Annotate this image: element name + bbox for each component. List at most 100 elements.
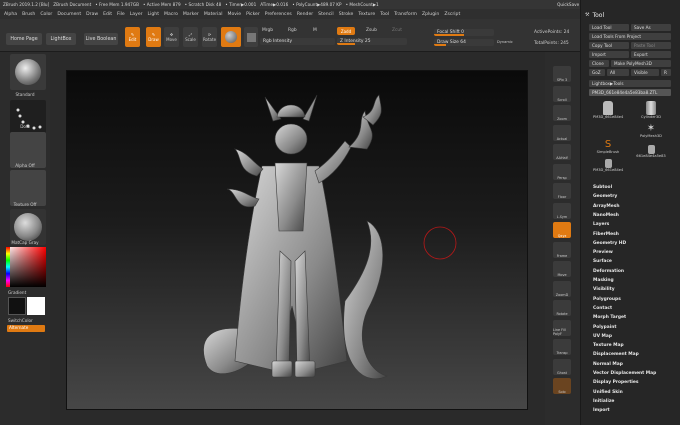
submenu-vector-displacement-map[interactable]: Vector Displacement Map bbox=[593, 371, 656, 376]
all-button[interactable]: All bbox=[607, 69, 629, 76]
menu-draw[interactable]: Draw bbox=[86, 12, 98, 17]
submenu-preview[interactable]: Preview bbox=[593, 250, 613, 255]
secondary-color-swatch[interactable] bbox=[8, 297, 26, 315]
menu-transform[interactable]: Transform bbox=[394, 12, 417, 17]
shelf-floor-button[interactable]: Floor bbox=[553, 183, 571, 199]
submenu-geometry-hd[interactable]: Geometry HD bbox=[593, 241, 626, 246]
rotate-button[interactable]: ⟳ Rotate bbox=[202, 27, 217, 47]
menu-file[interactable]: File bbox=[117, 12, 125, 17]
submenu-visibility[interactable]: Visibility bbox=[593, 287, 615, 292]
tool-thumb[interactable]: 661e84e4a5e83 bbox=[633, 145, 669, 163]
menu-light[interactable]: Light bbox=[148, 12, 159, 17]
shelf-zoomd-button[interactable]: ZoomD bbox=[553, 280, 571, 297]
submenu-subtool[interactable]: Subtool bbox=[593, 185, 612, 190]
menu-tool[interactable]: Tool bbox=[380, 12, 389, 17]
submenu-uv-map[interactable]: UV Map bbox=[593, 334, 612, 339]
tool-thumb[interactable]: ✶ PolyMesh3D bbox=[635, 123, 667, 141]
tool-panel-header[interactable]: ⚒ Tool bbox=[581, 10, 680, 20]
submenu-normal-map[interactable]: Normal Map bbox=[593, 362, 623, 367]
shelf-ghost-button[interactable]: Ghost bbox=[553, 358, 571, 375]
zadd-button[interactable]: Zadd bbox=[337, 27, 355, 35]
shelf-transp-button[interactable]: Transp bbox=[553, 339, 571, 355]
submenu-fibermesh[interactable]: FiberMesh bbox=[593, 232, 619, 237]
menu-alpha[interactable]: Alpha bbox=[4, 12, 17, 17]
load-tools-from-project-button[interactable]: Load Tools From Project bbox=[589, 33, 671, 40]
current-tool-name[interactable]: PM3D_661e84e4a5e83ba8.ZTL bbox=[589, 89, 671, 96]
submenu-polygroups[interactable]: Polygroups bbox=[593, 297, 621, 302]
shelf-l-sym-button[interactable]: L.Sym bbox=[553, 202, 571, 219]
menu-zplugin[interactable]: Zplugin bbox=[422, 12, 439, 17]
shelf-solo-button[interactable]: Solo bbox=[553, 378, 571, 394]
shelf-qxyz-button[interactable]: Qxyz bbox=[553, 222, 571, 238]
quicksave-button[interactable]: QuickSave bbox=[557, 2, 579, 7]
submenu-texture-map[interactable]: Texture Map bbox=[593, 343, 624, 348]
menu-picker[interactable]: Picker bbox=[246, 12, 260, 17]
z-intensity-slider[interactable]: Z Intensity 25 bbox=[337, 38, 407, 45]
focal-shift-slider[interactable]: Focal Shift 0 bbox=[434, 29, 494, 36]
tool-thumb[interactable]: Cylinder3D bbox=[635, 101, 667, 123]
import-button[interactable]: Import bbox=[589, 51, 629, 58]
submenu-morph-target[interactable]: Morph Target bbox=[593, 315, 626, 320]
lightbox-button[interactable]: LightBox bbox=[46, 33, 76, 45]
menu-movie[interactable]: Movie bbox=[227, 12, 241, 17]
switch-color-button[interactable]: SwitchColor bbox=[8, 318, 58, 323]
tool-thumb[interactable]: PM3D_661e84e4 bbox=[593, 159, 623, 177]
move-button[interactable]: ✥ Move bbox=[164, 27, 179, 47]
shelf-frame-button[interactable]: Frame bbox=[553, 241, 571, 258]
shelf-zoom-button[interactable]: Zoom bbox=[553, 105, 571, 121]
submenu-unified-skin[interactable]: Unified Skin bbox=[593, 390, 623, 395]
mrgb-toggle[interactable]: Mrgb bbox=[262, 28, 273, 33]
hue-strip[interactable] bbox=[6, 247, 10, 287]
primary-color-swatch[interactable] bbox=[27, 297, 45, 315]
submenu-geometry[interactable]: Geometry bbox=[593, 194, 617, 199]
lightbox-tools-button[interactable]: Lightbox▶Tools bbox=[589, 80, 671, 87]
menu-edit[interactable]: Edit bbox=[103, 12, 112, 17]
submenu-contact[interactable]: Contact bbox=[593, 306, 612, 311]
save-as-button[interactable]: Save As bbox=[631, 24, 671, 31]
zcut-button[interactable]: Zcut bbox=[392, 28, 402, 33]
r-button[interactable]: R bbox=[661, 69, 671, 76]
menu-macro[interactable]: Macro bbox=[164, 12, 178, 17]
menu-stroke[interactable]: Stroke bbox=[339, 12, 354, 17]
submenu-polypaint[interactable]: Polypaint bbox=[593, 325, 616, 330]
shelf-scroll-button[interactable]: Scroll bbox=[553, 85, 571, 102]
draw-button[interactable]: ✎ Draw bbox=[146, 27, 161, 47]
menu-document[interactable]: Document bbox=[57, 12, 81, 17]
visible-button[interactable]: Visible bbox=[631, 69, 659, 76]
shelf-move-button[interactable]: Move bbox=[553, 261, 571, 277]
live-boolean-button[interactable]: Live Boolean bbox=[84, 33, 118, 45]
canvas-viewport[interactable] bbox=[66, 70, 528, 410]
submenu-surface[interactable]: Surface bbox=[593, 259, 612, 264]
menu-stencil[interactable]: Stencil bbox=[318, 12, 334, 17]
clone-button[interactable]: Clone bbox=[589, 60, 609, 67]
menu-material[interactable]: Material bbox=[204, 12, 223, 17]
copy-tool-button[interactable]: Copy Tool bbox=[589, 42, 629, 49]
submenu-import[interactable]: Import bbox=[593, 408, 610, 413]
menu-color[interactable]: Color bbox=[40, 12, 52, 17]
paste-tool-button[interactable]: Paste Tool bbox=[631, 42, 671, 49]
submenu-initialize[interactable]: Initialize bbox=[593, 399, 614, 404]
rgb-intensity-slider[interactable]: Rgb Intensity bbox=[260, 38, 335, 45]
make-polymesh-button[interactable]: Make PolyMesh3D bbox=[611, 60, 671, 67]
menu-preferences[interactable]: Preferences bbox=[265, 12, 292, 17]
menu-render[interactable]: Render bbox=[297, 12, 313, 17]
menu-marker[interactable]: Marker bbox=[183, 12, 199, 17]
export-button[interactable]: Export bbox=[631, 51, 671, 58]
stroke-thumbnail[interactable] bbox=[10, 100, 46, 136]
shelf-persp-button[interactable]: Persp bbox=[553, 163, 571, 180]
submenu-layers[interactable]: Layers bbox=[593, 222, 609, 227]
submenu-display-properties[interactable]: Display Properties bbox=[593, 380, 639, 385]
draw-size-slider[interactable]: Draw Size 64 bbox=[434, 39, 494, 46]
home-page-button[interactable]: Home Page bbox=[6, 33, 42, 45]
material-sphere-button[interactable] bbox=[221, 27, 241, 47]
shelf-spix-3-button[interactable]: SPix 3 bbox=[553, 66, 571, 82]
edit-button[interactable]: ✎ Edit bbox=[125, 27, 140, 47]
submenu-arraymesh[interactable]: ArrayMesh bbox=[593, 204, 620, 209]
scale-button[interactable]: ⤢ Scale bbox=[183, 27, 198, 47]
menu-zscript[interactable]: Zscript bbox=[444, 12, 460, 17]
submenu-displacement-map[interactable]: Displacement Map bbox=[593, 352, 639, 357]
shelf-rotate-button[interactable]: Rotate bbox=[553, 300, 571, 316]
load-tool-button[interactable]: Load Tool bbox=[589, 24, 629, 31]
submenu-deformation[interactable]: Deformation bbox=[593, 269, 624, 274]
menu-layer[interactable]: Layer bbox=[130, 12, 143, 17]
